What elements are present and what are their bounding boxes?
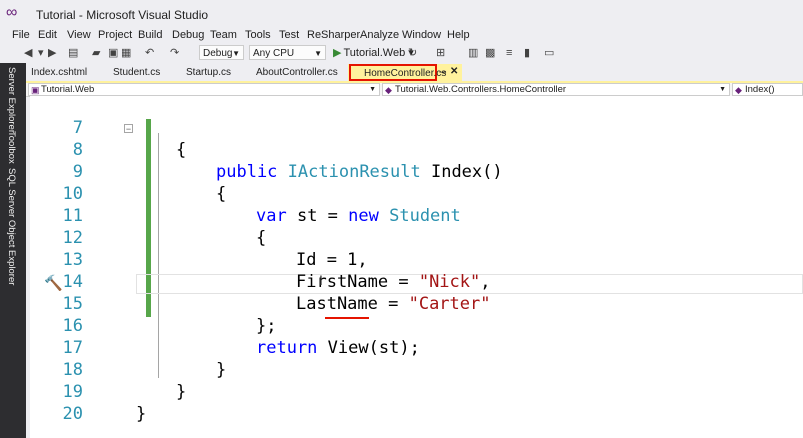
standard-toolbar: ◀ ▾ ▶ ▤ ▰ ▣ ▦ ↶ ↷ Debug ▼ Any CPU ▼ ▶ Tut… bbox=[0, 44, 803, 63]
code-line: 8 public IActionResult Index() bbox=[0, 117, 773, 182]
comment-icon[interactable]: ≡ bbox=[506, 46, 512, 60]
save-icon[interactable]: ▣ bbox=[108, 46, 118, 60]
code-line: 11 { bbox=[0, 183, 773, 248]
properties-icon[interactable]: ▩ bbox=[485, 46, 495, 60]
menu-project[interactable]: Project bbox=[98, 29, 132, 41]
menu-analyze[interactable]: Analyze bbox=[360, 29, 399, 41]
platform-value: Any CPU bbox=[253, 48, 295, 59]
pin-icon[interactable]: ⊸ bbox=[439, 67, 447, 78]
menu-edit[interactable]: Edit bbox=[38, 29, 57, 41]
bookmark-icon[interactable]: ▭ bbox=[544, 46, 554, 60]
menu-resharper[interactable]: ReSharper bbox=[307, 29, 360, 41]
layout-icon[interactable]: ▥ bbox=[468, 46, 478, 60]
visual-studio-logo-icon: ∞ bbox=[6, 4, 18, 21]
menu-view[interactable]: View bbox=[67, 29, 91, 41]
undo-icon[interactable]: ↶ bbox=[145, 46, 154, 60]
new-project-icon[interactable]: ▤ bbox=[68, 46, 78, 60]
play-icon: ▶ bbox=[333, 47, 342, 59]
code-line: 18 } bbox=[0, 337, 773, 402]
uncomment-icon[interactable]: ▮ bbox=[524, 46, 530, 60]
menu-file[interactable]: File bbox=[12, 29, 30, 41]
tab-student-cs[interactable]: Student.cs bbox=[113, 67, 160, 78]
project-value: Tutorial.Web bbox=[41, 84, 95, 95]
menu-tools[interactable]: Tools bbox=[245, 29, 271, 41]
title-bar: ∞ Tutorial - Microsoft Visual Studio bbox=[0, 0, 803, 27]
member-value: Index() bbox=[745, 84, 775, 95]
code-line: 9 { bbox=[0, 139, 773, 204]
menu-debug[interactable]: Debug bbox=[172, 29, 204, 41]
code-text: } bbox=[136, 404, 147, 424]
tab-startup-cs[interactable]: Startup.cs bbox=[186, 67, 231, 78]
configuration-value: Debug bbox=[203, 48, 233, 59]
menu-window[interactable]: Window bbox=[402, 29, 441, 41]
menu-team[interactable]: Team bbox=[210, 29, 237, 41]
class-value: Tutorial.Web.Controllers.HomeController bbox=[395, 84, 567, 95]
code-line: 7 { bbox=[0, 95, 773, 160]
tab-aboutcontroller-cs[interactable]: AboutController.cs bbox=[256, 67, 338, 78]
code-line: 20 bbox=[0, 381, 773, 424]
menu-build[interactable]: Build bbox=[138, 29, 162, 41]
code-line: 14 LastName = "Carter" bbox=[0, 249, 773, 314]
window-title: Tutorial - Microsoft Visual Studio bbox=[36, 8, 209, 22]
tab-index-cshtml[interactable]: Index.cshtml bbox=[31, 67, 87, 78]
close-icon[interactable]: ✕ bbox=[450, 66, 458, 77]
start-debugging-button[interactable]: ▶ Tutorial.Web ▾ bbox=[333, 46, 414, 59]
menu-bar: File Edit View Project Build Debug Team … bbox=[0, 27, 803, 44]
redo-icon[interactable]: ↷ bbox=[170, 46, 179, 60]
refresh-icon[interactable]: ↻ bbox=[408, 46, 417, 60]
browser-link-icon[interactable]: ⊞ bbox=[436, 46, 445, 60]
chevron-down-icon[interactable]: ▾ bbox=[38, 46, 44, 60]
code-line: 15 }; bbox=[0, 271, 773, 336]
save-all-icon[interactable]: ▦ bbox=[121, 46, 131, 60]
active-tab-label: HomeController.cs bbox=[364, 68, 447, 79]
code-line: 19 } bbox=[0, 359, 773, 424]
forward-icon[interactable]: ▶ bbox=[48, 46, 56, 60]
code-line: 10 var st = new Student bbox=[0, 161, 773, 226]
menu-test[interactable]: Test bbox=[279, 29, 299, 41]
code-line: 16 return View(st); bbox=[0, 293, 773, 358]
line-number: 20 bbox=[62, 404, 83, 424]
code-line: 13 FirstName = "Nick", bbox=[0, 227, 773, 292]
configuration-dropdown[interactable]: Debug ▼ bbox=[199, 45, 244, 60]
chevron-down-icon: ▼ bbox=[314, 49, 322, 58]
error-squiggle bbox=[325, 314, 369, 319]
code-line: 17 } bbox=[0, 315, 773, 380]
menu-help[interactable]: Help bbox=[447, 29, 470, 41]
platform-dropdown[interactable]: Any CPU ▼ bbox=[249, 45, 326, 60]
start-target-label: Tutorial.Web bbox=[343, 47, 406, 59]
back-icon[interactable]: ◀ bbox=[24, 46, 32, 60]
text-cursor-icon: I bbox=[319, 272, 323, 288]
chevron-down-icon: ▼ bbox=[232, 49, 240, 58]
code-line: 12 Id = 1, bbox=[0, 205, 773, 270]
document-tab-bar: Index.cshtml Student.cs Startup.cs About… bbox=[26, 63, 803, 82]
open-folder-icon[interactable]: ▰ bbox=[92, 46, 100, 60]
